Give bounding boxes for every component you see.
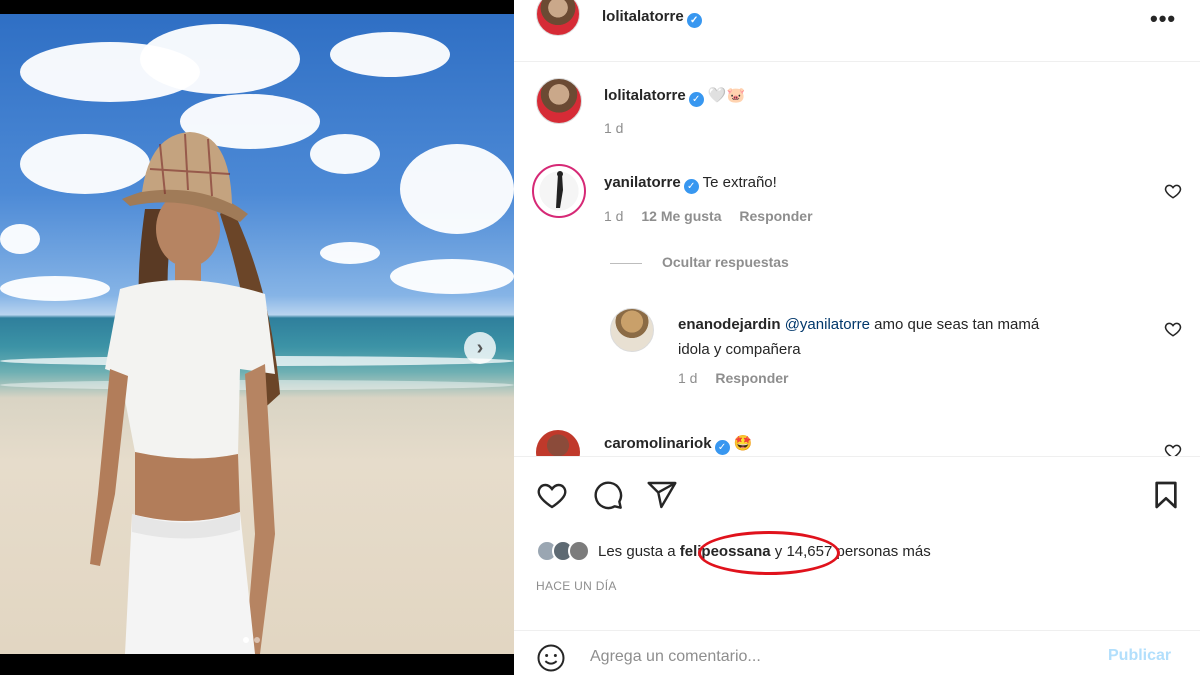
like-comment-heart-icon[interactable] [1164,442,1182,456]
verified-icon: ✓ [688,92,704,107]
more-options-icon[interactable]: ••• [1150,6,1176,32]
author-username[interactable]: lolitalatorre [602,8,684,25]
caption-meta: 1 d [604,120,637,136]
verified-icon: ✓ [714,440,730,455]
comment-age: 1 d [604,208,624,224]
likes-prefix: Les gusta a [598,542,676,560]
red-annotation-circle [698,531,840,575]
hide-replies-button[interactable]: Ocultar respuestas [610,254,789,270]
verified-icon: ✓ [686,13,702,28]
divider [610,262,642,264]
comment-text: 🤩 [733,435,753,452]
post-header: lolitalatorre ✓ ••• [514,0,1200,62]
reply-button[interactable]: Responder [715,370,788,386]
comment-composer: Publicar [514,630,1200,675]
comment-text: Te extraño! [702,174,777,191]
avatar[interactable] [532,164,586,218]
verified-icon: ✓ [683,179,699,194]
caption-text: 🤍🐷 [707,87,746,104]
comment-username[interactable]: yanilatorre [604,174,681,191]
avatar[interactable] [536,0,580,36]
post-media: › [0,0,514,675]
reply-item: enanodejardin @yanilatorre amo que seas … [678,312,1039,362]
avatar-figure [556,171,563,208]
like-comment-heart-icon[interactable] [1164,182,1182,200]
caption-age: 1 d [604,120,624,136]
caption: lolitalatorre ✓ 🤍🐷 [604,86,745,107]
author-row: lolitalatorre ✓ [602,8,702,28]
publish-button[interactable]: Publicar [1108,647,1171,665]
comment-icon[interactable] [592,479,624,511]
post-sidebar: lolitalatorre ✓ ••• lolitalatorre ✓ 🤍🐷 1 d… [514,0,1200,675]
reply-meta: 1 d Responder [678,370,802,386]
chevron-right-icon: › [476,336,484,359]
reply-button[interactable]: Responder [739,208,812,224]
carousel-next-button[interactable]: › [464,332,496,364]
avatar[interactable] [536,78,582,124]
comment-likes-link[interactable]: 12 Me gusta [641,208,721,224]
carousel-dot [243,637,249,643]
reply-mention-link[interactable]: @yanilatorre [785,316,870,333]
save-bookmark-icon[interactable] [1150,479,1182,511]
reply-text-line1: amo que seas tan mamá [874,316,1040,333]
comment-item: yanilatorre ✓ Te extraño! [604,174,777,194]
avatar[interactable] [536,430,580,456]
reply-text-line2: idola y compañera [678,341,801,358]
carousel-dot [254,637,260,643]
avatar[interactable] [610,308,654,352]
post-timestamp[interactable]: HACE UN DÍA [536,579,617,593]
comment-input[interactable] [590,645,1070,669]
like-heart-icon[interactable] [536,479,568,511]
carousel-indicators [243,637,260,643]
liker-avatar [568,540,590,562]
woman-figure [90,132,280,654]
comments-list: lolitalatorre ✓ 🤍🐷 1 d yanilatorre ✓ Te ex… [514,62,1200,456]
caption-username[interactable]: lolitalatorre [604,87,686,104]
comment-meta: 1 d 12 Me gusta Responder [604,208,827,224]
post-photo: › [0,14,514,654]
share-icon[interactable] [646,479,678,511]
post-actions [514,456,1200,536]
comment-username[interactable]: caromolinariok [604,435,712,452]
comment-item: caromolinariok ✓ 🤩 [604,434,752,455]
like-comment-heart-icon[interactable] [1164,320,1182,338]
reply-username[interactable]: enanodejardin [678,316,781,333]
reply-age: 1 d [678,370,698,386]
hide-replies-label: Ocultar respuestas [662,254,789,270]
emoji-icon[interactable] [536,643,566,673]
